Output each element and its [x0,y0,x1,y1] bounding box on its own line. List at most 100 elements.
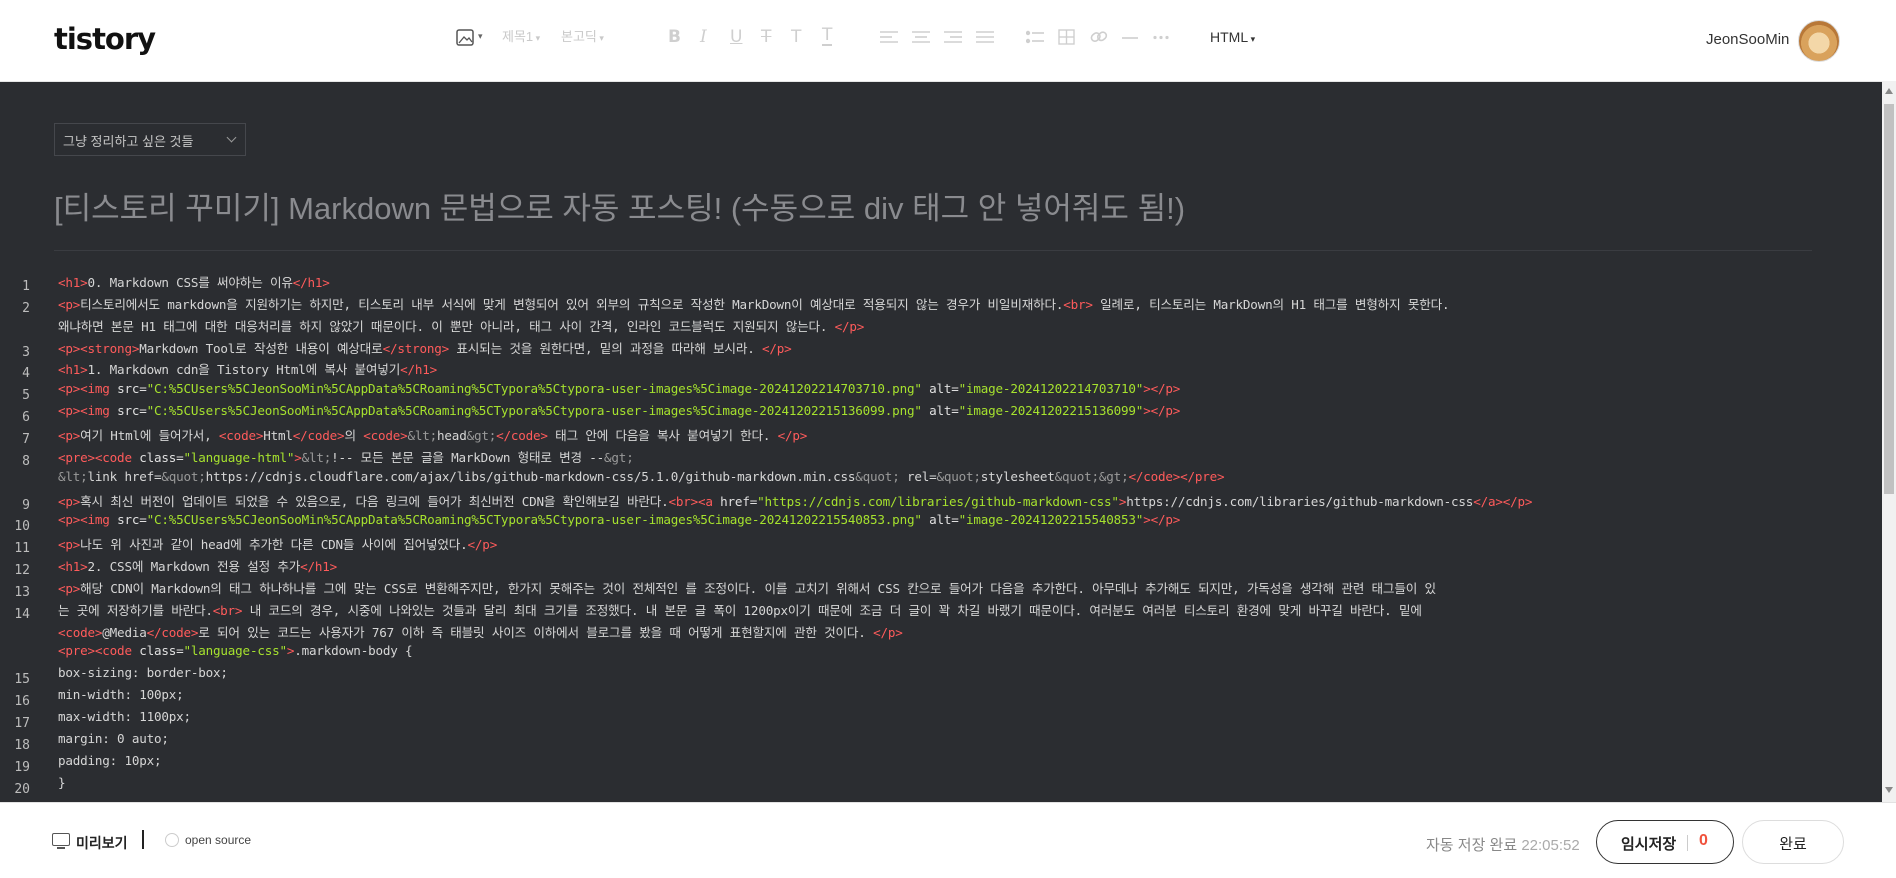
image-insert-chevron-icon[interactable]: ▾ [478,31,483,42]
editor-mode-value: HTML [1210,29,1249,45]
chevron-down-icon: ▾ [533,33,541,43]
scroll-down-arrow-icon[interactable] [1885,787,1893,793]
code-line[interactable]: <p><img src="C:%5CUsers%5CJeonSooMin%5CA… [58,381,1180,396]
code-token: <code> [58,624,103,640]
user-name[interactable]: JeonSooMin [1706,31,1789,48]
code-token: 2. CSS에 Markdown 전용 설정 추가 [87,559,301,575]
code-token: "language-html" [183,449,295,465]
code-token: <p><img [58,381,118,397]
code-line[interactable]: <pre><code class="language-html">&lt;!--… [58,447,634,466]
code-line[interactable]: <p>티스토리에서도 markdown을 지원하기는 하지만, 티스토리 내부 … [58,294,1450,313]
text-color-button[interactable]: T [791,27,801,47]
open-source-link[interactable]: open source [185,833,251,847]
bullet-list-icon[interactable] [1026,30,1044,44]
monitor-icon[interactable] [52,833,70,849]
code-token: "image-20241202214703710" [958,381,1144,397]
font-select[interactable]: 본고딕 ▾ [561,26,604,45]
more-icon[interactable] [1152,35,1170,40]
open-source-icon [165,833,179,847]
code-token: 혹시 최신 버전이 업데이트 되었을 수 있음으로, 다음 링크에 들어가 최신… [80,493,669,509]
code-token: 로 되어 있는 코드는 사용자가 767 이하 즉 태블릿 사이즈 이하에서 블… [198,624,874,640]
code-line[interactable]: 는 곳에 저장하기를 바란다.<br> 내 코드의 경우, 시중에 나와있는 것… [58,600,1422,619]
autosave-time: 22:05:52 [1521,837,1580,854]
code-token: } [58,774,66,790]
category-select[interactable]: 그냥 정리하고 싶은 것들 [54,123,246,156]
align-center-icon[interactable] [912,30,930,44]
align-justify-icon[interactable] [976,30,994,44]
code-token: 일례로, 티스토리는 MarkDown의 H1 태그를 변형하지 못한다. [1092,296,1450,312]
tistory-logo[interactable]: tistory [54,22,156,56]
code-token: &lt; [58,468,88,484]
code-token: &gt; [466,427,497,443]
code-line[interactable]: min-width: 100px; [58,687,184,702]
heading-select[interactable]: 제목1 ▾ [502,26,540,45]
code-line[interactable]: <p>나도 위 사진과 같이 head에 추가한 다른 CDN들 사이에 집어넣… [58,534,497,553]
scroll-up-arrow-icon[interactable] [1885,88,1893,94]
save-draft-button[interactable]: 임시저장 0 [1596,820,1734,864]
bottom-bar: 미리보기 open source 자동 저장 완료 22:05:52 임시저장 … [0,802,1896,878]
code-token: src= [117,403,147,419]
code-token: src= [117,512,147,528]
draft-separator [1687,835,1688,851]
align-right-icon[interactable] [944,30,962,44]
preview-button[interactable]: 미리보기 [76,833,128,853]
code-line[interactable]: <pre><code class="language-css">.markdow… [58,643,413,659]
table-icon[interactable] [1058,29,1075,45]
link-icon[interactable] [1090,29,1108,45]
code-token: &quot; [855,468,900,484]
background-color-button[interactable]: T [822,27,833,46]
code-line[interactable]: padding: 10px; [58,753,162,768]
code-token: "C:%5CUsers%5CJeonSooMin%5CAppData%5CRoa… [146,512,922,528]
code-token: link href= [87,468,162,484]
code-line[interactable]: box-sizing: border-box; [58,665,228,680]
code-line[interactable]: <p><img src="C:%5CUsers%5CJeonSooMin%5CA… [58,403,1180,418]
bold-button[interactable]: B [668,27,681,47]
line-number: 1 [22,279,30,294]
code-line[interactable]: <p>해당 CDN이 Markdown의 태그 하나하나를 그에 맞는 CSS로… [58,578,1436,597]
publish-done-button[interactable]: 완료 [1742,820,1844,864]
code-token: <br> [1063,296,1093,312]
line-number: 3 [22,344,30,360]
avatar[interactable] [1798,20,1840,62]
code-line[interactable]: max-width: 1100px; [58,709,191,724]
code-token: https://cdnjs.cloudflare.com/ajax/libs/g… [205,468,856,484]
underline-button[interactable]: U [730,27,742,47]
code-token: head [437,427,467,443]
code-token: &gt; [604,449,634,465]
code-line[interactable]: <code>@Media</code>로 되어 있는 코드는 사용자가 767 … [58,622,903,641]
code-token: class= [139,643,184,659]
editor-mode-select[interactable]: HTML ▾ [1210,29,1255,45]
code-line[interactable]: } [58,774,66,790]
code-line[interactable]: <p><strong>Markdown Tool로 작성한 내용이 예상대로</… [58,338,792,357]
code-line[interactable]: <p>여기 Html에 들어가서, <code>Html</code>의 <co… [58,425,807,444]
code-line[interactable]: &lt;link href= &quot;https://cdnjs.cloudf… [58,468,1225,484]
code-line[interactable]: 왜냐하면 본문 H1 태그에 대한 대응처리를 하지 않았기 때문이다. 이 뿐… [58,316,864,335]
align-left-icon[interactable] [880,30,898,44]
code-line[interactable]: <h1>1. Markdown cdn을 Tistory Html에 복사 붙여… [58,359,437,378]
code-token: rel= [899,468,937,484]
code-line[interactable]: <h1>2. CSS에 Markdown 전용 설정 추가</h1> [58,556,337,575]
code-token: <p> [58,580,81,596]
post-title-input[interactable]: [티스토리 꾸미기] Markdown 문법으로 자동 포스팅! (수동으로 d… [54,183,1185,228]
code-token: Html [263,427,293,443]
horizontal-rule-icon[interactable] [1122,36,1138,40]
line-number: 13 [14,584,30,600]
italic-button[interactable]: I [700,27,707,47]
code-token: "image-20241202215136099" [958,403,1144,419]
code-token: <pre><code [58,643,140,659]
code-token: <br> [212,602,243,618]
code-line[interactable]: margin: 0 auto; [58,731,169,746]
scrollbar-thumb[interactable] [1884,104,1894,494]
draft-count[interactable]: 0 [1699,832,1708,850]
code-token: </h1> [300,559,338,575]
strikethrough-button[interactable]: T [761,27,771,47]
code-token: <h1> [58,362,88,378]
code-token: &lt; [301,449,332,465]
image-insert-icon[interactable] [456,29,476,47]
code-line[interactable]: <p><img src="C:%5CUsers%5CJeonSooMin%5CA… [58,512,1180,527]
footer-divider [142,830,144,849]
code-line[interactable]: <p>혹시 최신 버전이 업데이트 되었을 수 있음으로, 다음 링크에 들어가… [58,491,1532,510]
code-line[interactable]: <h1>0. Markdown CSS를 써야하는 이유</h1> [58,272,330,291]
code-token: ></p> [1143,512,1181,528]
code-token: </p> [761,340,792,356]
